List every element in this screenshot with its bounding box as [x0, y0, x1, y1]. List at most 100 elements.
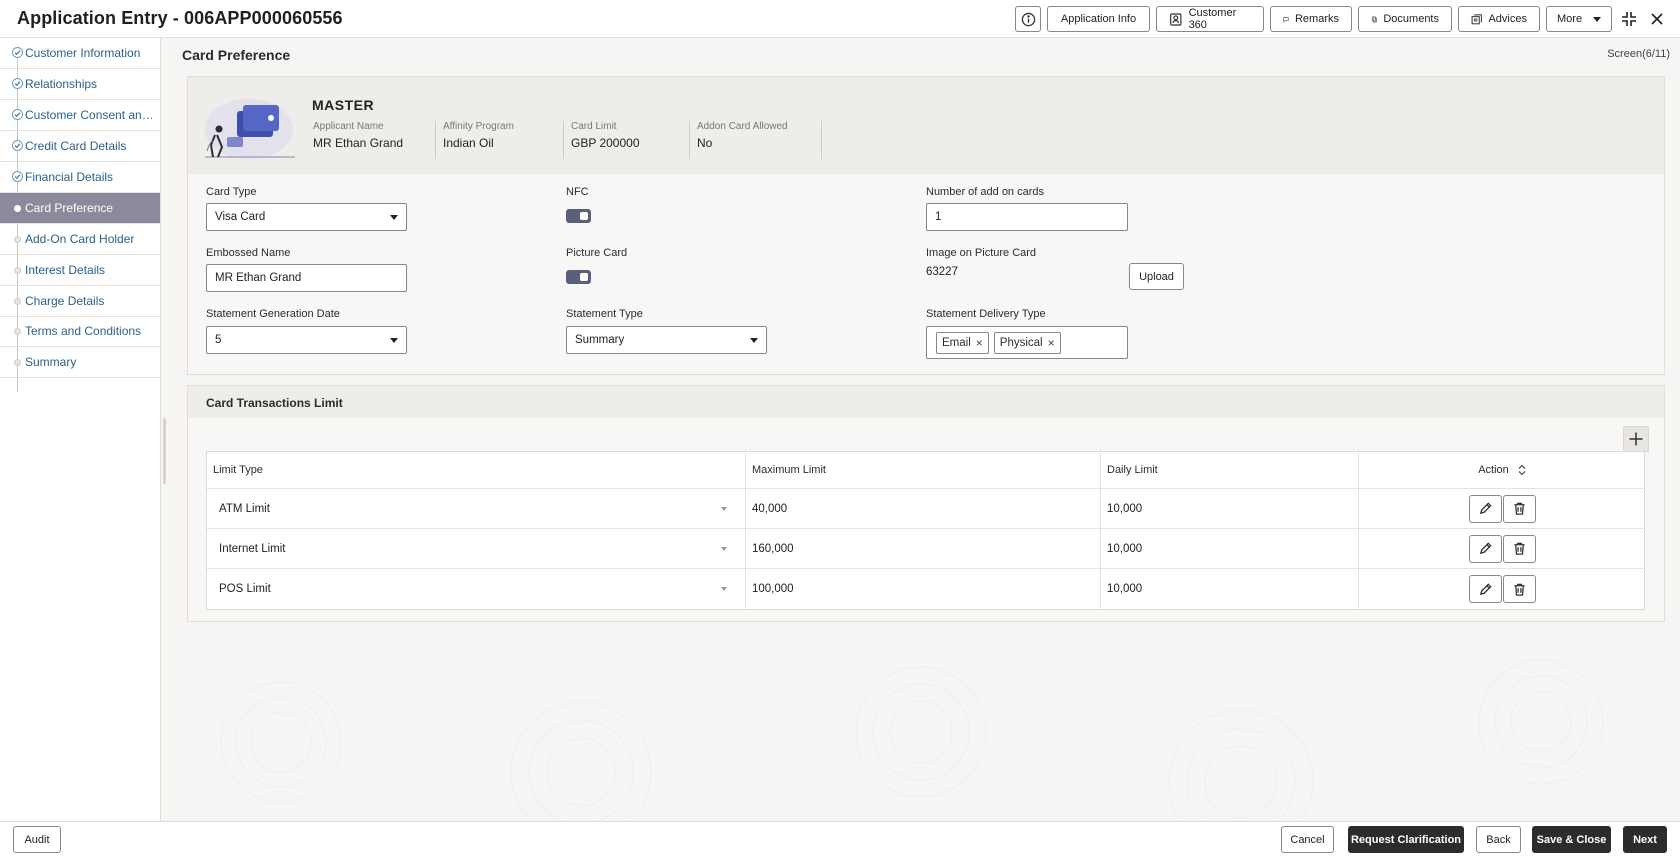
save-close-button[interactable]: Save & Close [1532, 826, 1611, 853]
documents-button[interactable]: Documents [1358, 6, 1452, 32]
app-header: Application Entry - 006APP000060556 Appl… [0, 0, 1680, 38]
remove-chip-icon[interactable]: × [976, 336, 983, 350]
sidebar-item-label: Credit Card Details [25, 139, 127, 153]
customer-360-label: Customer 360 [1188, 7, 1237, 31]
check-circle-icon [12, 171, 23, 182]
add-limit-button[interactable] [1623, 426, 1649, 452]
delete-button[interactable] [1503, 575, 1536, 603]
delete-button[interactable] [1503, 534, 1536, 563]
info-button[interactable] [1015, 6, 1041, 32]
embossed-name-label: Embossed Name [206, 247, 291, 259]
action-footer: Audit Cancel Request Clarification Back … [0, 821, 1680, 857]
more-dropdown[interactable]: More [1546, 6, 1612, 32]
delete-button[interactable] [1503, 494, 1536, 523]
embossed-name-input[interactable]: MR Ethan Grand [206, 264, 407, 292]
remarks-button[interactable]: Remarks [1270, 6, 1352, 32]
step-dot-icon [14, 267, 21, 274]
step-dot-icon [14, 236, 21, 243]
step-dot-icon [14, 328, 21, 335]
remarks-label: Remarks [1294, 13, 1339, 25]
affinity-program-key: Affinity Program [443, 121, 514, 132]
maximum-limit-cell: 160,000 [746, 529, 1101, 568]
addon-allowed-key: Addon Card Allowed [697, 121, 788, 132]
nfc-toggle[interactable] [566, 209, 591, 223]
step-dot-icon [14, 298, 21, 305]
card-type-select[interactable]: Visa Card [206, 203, 407, 231]
daily-limit-cell: 10,000 [1101, 489, 1359, 528]
step-dot-icon [14, 205, 21, 212]
upload-button[interactable]: Upload [1129, 263, 1184, 290]
sidebar-item-customer-consent-and[interactable]: Customer Consent and ... [0, 100, 160, 131]
person-badge-icon [1170, 12, 1182, 26]
customer-360-button[interactable]: Customer 360 [1156, 6, 1264, 32]
sidebar-item-label: Card Preference [25, 201, 114, 215]
next-button[interactable]: Next [1623, 826, 1667, 853]
statement-date-select[interactable]: 5 [206, 326, 407, 354]
screen-counter: Screen(6/11) [1607, 48, 1670, 60]
limit-type-value: ATM Limit [219, 502, 270, 515]
sidebar-item-relationships[interactable]: Relationships [0, 69, 160, 100]
sidebar-item-label: Summary [25, 355, 77, 369]
sidebar-item-terms-and-conditions[interactable]: Terms and Conditions [0, 316, 160, 347]
statement-type-select[interactable]: Summary [566, 326, 767, 354]
affinity-program-value: Indian Oil [443, 136, 494, 150]
close-button[interactable] [1646, 8, 1668, 30]
table-header-row: Limit Type Maximum Limit Daily Limit Act… [207, 452, 1644, 489]
sidebar-item-interest-details[interactable]: Interest Details [0, 255, 160, 286]
sidebar-item-add-on-card-holder[interactable]: Add-On Card Holder [0, 224, 160, 255]
sidebar-item-financial-details[interactable]: Financial Details [0, 162, 160, 193]
advices-button[interactable]: Advices [1458, 6, 1540, 32]
sidebar-item-card-preference[interactable]: Card Preference [0, 193, 160, 224]
minimize-button[interactable] [1618, 8, 1640, 30]
addon-count-label: Number of add on cards [926, 186, 1045, 198]
delivery-type-multiselect[interactable]: Email × Physical × [926, 326, 1128, 359]
card-limit-info: Card Limit GBP 200000 [566, 121, 690, 159]
card-type-value: Visa Card [215, 211, 266, 223]
col-action[interactable]: Action [1359, 452, 1646, 488]
sidebar-item-credit-card-details[interactable]: Credit Card Details [0, 131, 160, 162]
application-info-button[interactable]: Application Info [1047, 6, 1150, 32]
check-circle-icon [12, 78, 23, 89]
image-on-card-value: 63227 [926, 266, 958, 278]
request-clarification-button[interactable]: Request Clarification [1348, 826, 1464, 853]
card-network-name: MASTER [312, 97, 375, 113]
image-on-card-label: Image on Picture Card [926, 247, 1037, 259]
edit-button[interactable] [1469, 534, 1502, 563]
sidebar-item-summary[interactable]: Summary [0, 347, 160, 378]
more-label: More [1557, 13, 1583, 25]
sort-icon [1517, 464, 1527, 476]
limit-type-select[interactable]: POS Limit [207, 569, 746, 609]
limit-type-select[interactable]: ATM Limit [207, 489, 746, 528]
addon-count-input[interactable]: 1 [926, 203, 1128, 231]
background-pattern [220, 659, 1604, 821]
sidebar-resize-handle[interactable] [163, 418, 166, 484]
sidebar-item-label: Add-On Card Holder [25, 232, 135, 246]
col-limit-type: Limit Type [207, 452, 746, 488]
back-button[interactable]: Back [1476, 826, 1521, 853]
limit-type-select[interactable]: Internet Limit [207, 529, 746, 568]
remove-chip-icon[interactable]: × [1048, 336, 1055, 350]
embossed-name-value: MR Ethan Grand [215, 272, 302, 284]
sidebar-item-charge-details[interactable]: Charge Details [0, 286, 160, 317]
audit-button[interactable]: Audit [13, 826, 61, 853]
sidebar-item-label: Customer Information [25, 46, 141, 60]
card-limit-value: GBP 200000 [571, 136, 640, 150]
chevron-down-icon [390, 214, 398, 220]
edit-button[interactable] [1469, 494, 1502, 523]
sidebar-item-label: Customer Consent and ... [25, 108, 156, 122]
card-summary-band: MASTER Applicant Name MR Ethan Grand Aff… [188, 77, 1664, 174]
picture-card-toggle[interactable] [566, 270, 591, 284]
pencil-icon [1479, 582, 1492, 595]
cancel-button[interactable]: Cancel [1281, 826, 1334, 853]
sidebar-item-customer-information[interactable]: Customer Information [0, 38, 160, 69]
info-icon [1021, 12, 1035, 26]
picture-card-label: Picture Card [566, 247, 628, 259]
limits-table: Limit Type Maximum Limit Daily Limit Act… [206, 451, 1645, 610]
sidebar-item-label: Terms and Conditions [25, 324, 142, 338]
card-preference-panel: MASTER Applicant Name MR Ethan Grand Aff… [187, 76, 1665, 375]
addon-allowed-info: Addon Card Allowed No [692, 121, 822, 159]
limits-header: Card Transactions Limit [188, 386, 1664, 418]
edit-button[interactable] [1469, 575, 1502, 603]
next-label: Next [1633, 833, 1657, 846]
step-sidebar: Customer Information Relationships Custome… [0, 38, 161, 821]
